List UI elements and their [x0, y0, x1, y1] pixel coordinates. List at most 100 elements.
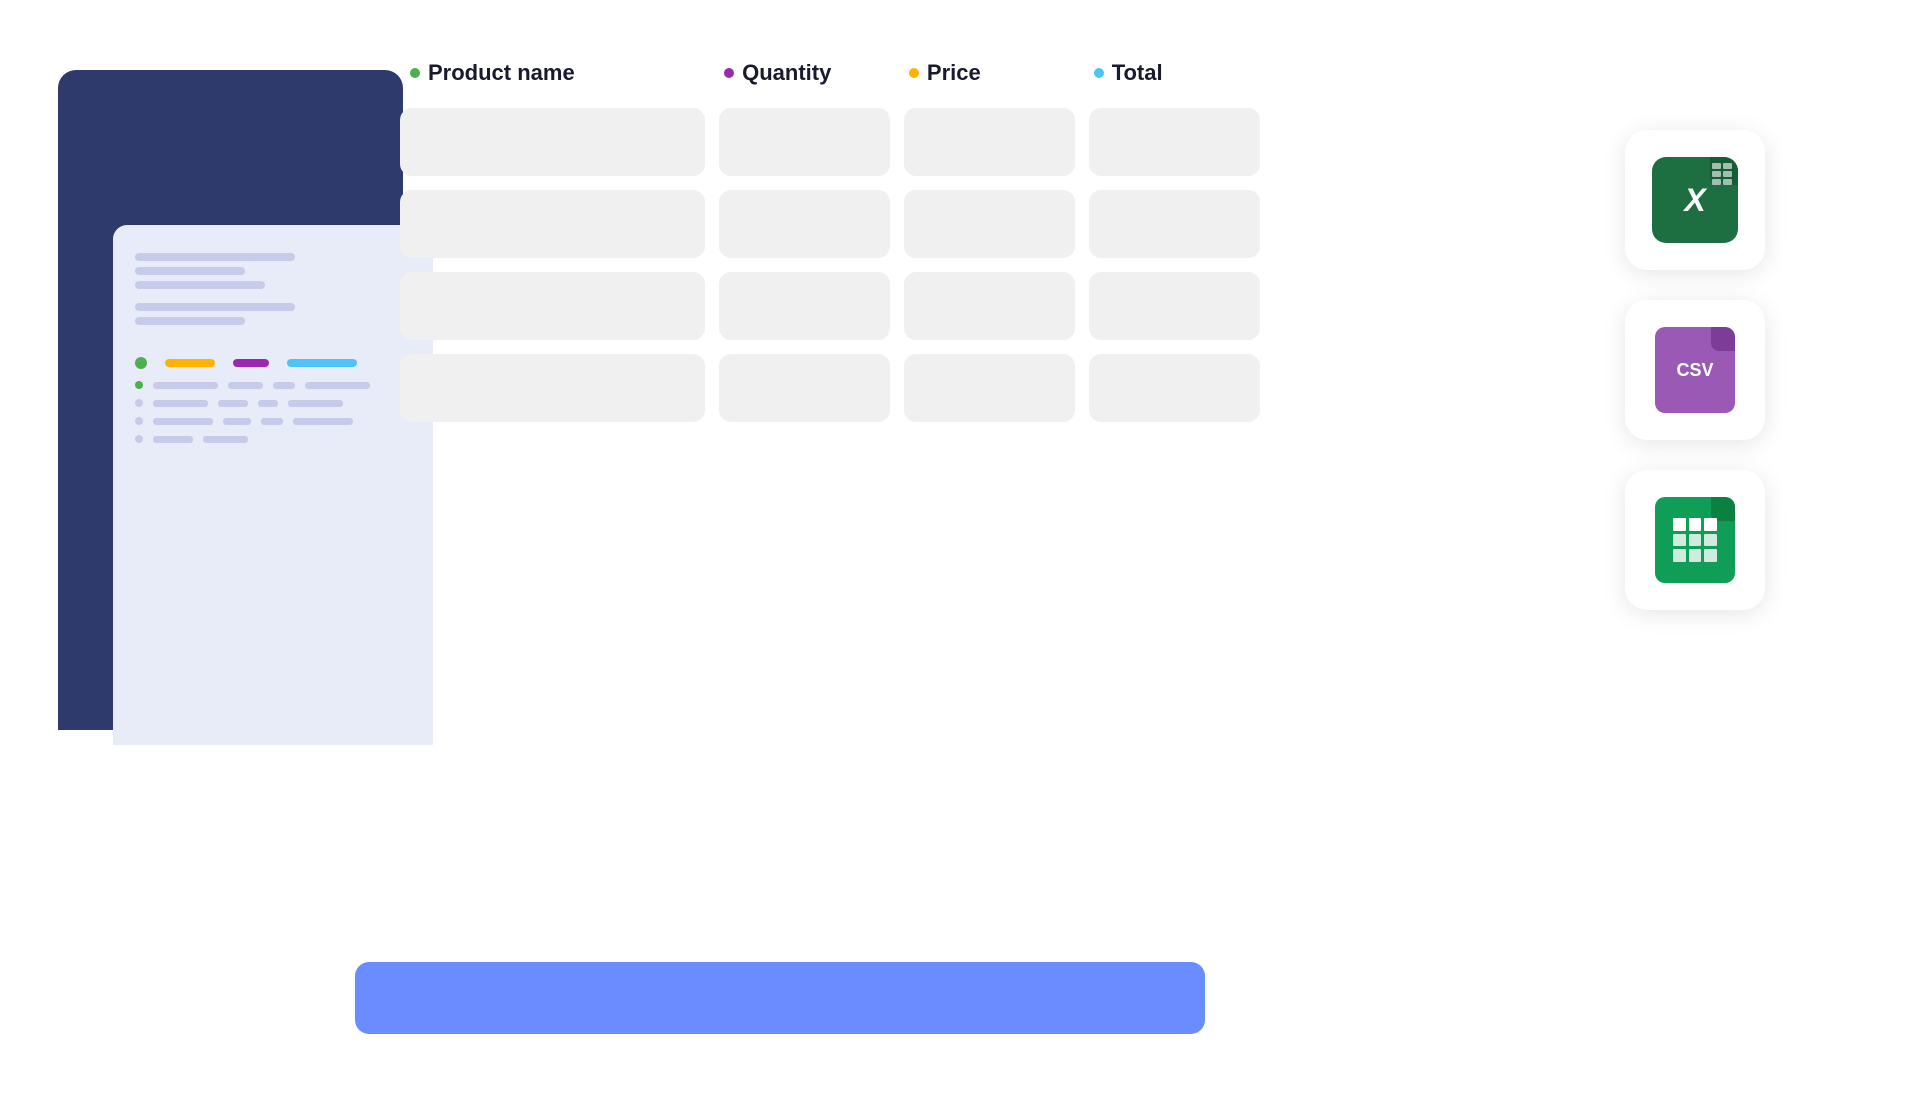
sheets-cell: [1704, 549, 1717, 562]
quantity-dot: [724, 68, 734, 78]
mini-cell-1a: [153, 382, 218, 389]
table-row: [400, 190, 1260, 258]
mini-dot-3: [135, 417, 143, 425]
mini-cell-2c: [258, 400, 278, 407]
export-icons-panel: X CSV: [1625, 130, 1765, 610]
bottom-bar: [355, 962, 1205, 1034]
excel-x-letter: X: [1684, 184, 1705, 216]
cell-quantity-3: [719, 272, 890, 340]
cell-quantity-1: [719, 108, 890, 176]
sheets-cell: [1673, 518, 1686, 531]
mini-cell-3d: [293, 418, 353, 425]
doc-line-group-2: [135, 303, 411, 325]
table-row: [400, 354, 1260, 422]
cell-total-4: [1089, 354, 1260, 422]
mini-cell-1c: [273, 382, 295, 389]
color-line-yellow: [165, 359, 215, 367]
total-dot: [1094, 68, 1104, 78]
mini-cell-2a: [153, 400, 208, 407]
main-table-area: Product name Quantity Price Total: [400, 60, 1260, 422]
google-sheets-icon-card[interactable]: [1625, 470, 1765, 610]
sheets-cell: [1704, 518, 1717, 531]
sheets-cell: [1673, 534, 1686, 547]
quantity-label: Quantity: [742, 60, 831, 86]
cell-total-1: [1089, 108, 1260, 176]
mini-cell-1b: [228, 382, 263, 389]
product-name-dot: [410, 68, 420, 78]
mini-dot-2: [135, 399, 143, 407]
sheets-cell: [1704, 534, 1717, 547]
cell-product-1: [400, 108, 705, 176]
doc-line-long: [135, 253, 295, 261]
mini-row-4: [135, 435, 411, 443]
table-grid: [400, 108, 1260, 422]
excel-grid-cell: [1723, 163, 1732, 169]
cell-price-2: [904, 190, 1075, 258]
color-dot-green: [135, 357, 147, 369]
csv-icon-card[interactable]: CSV: [1625, 300, 1765, 440]
mini-row-2: [135, 399, 411, 407]
excel-grid-cell: [1723, 171, 1732, 177]
csv-file-body: CSV: [1655, 327, 1735, 413]
product-name-label: Product name: [428, 60, 575, 86]
cell-total-2: [1089, 190, 1260, 258]
doc-line-long-2: [135, 303, 295, 311]
excel-icon-card[interactable]: X: [1625, 130, 1765, 270]
cell-quantity-4: [719, 354, 890, 422]
cell-product-2: [400, 190, 705, 258]
excel-grid-cell: [1712, 179, 1721, 185]
cell-quantity-2: [719, 190, 890, 258]
excel-grid-cell: [1712, 171, 1721, 177]
column-header-price: Price: [909, 60, 1094, 86]
doc-line-short: [135, 281, 265, 289]
excel-grid-cell: [1723, 179, 1732, 185]
column-header-total: Total: [1094, 60, 1260, 86]
csv-label: CSV: [1676, 360, 1713, 381]
sheets-cell: [1673, 549, 1686, 562]
excel-grid: [1712, 163, 1732, 185]
mini-row-1: [135, 381, 411, 389]
mini-dot-1: [135, 381, 143, 389]
mini-cell-3b: [223, 418, 251, 425]
doc-line-medium-2: [135, 317, 245, 325]
color-indicators-row: [135, 357, 411, 369]
mini-cell-2d: [288, 400, 343, 407]
mini-cell-1d: [305, 382, 370, 389]
mini-cell-2b: [218, 400, 248, 407]
color-line-purple: [233, 359, 269, 367]
cell-total-3: [1089, 272, 1260, 340]
sheets-icon: [1655, 497, 1735, 583]
csv-icon: CSV: [1655, 327, 1735, 413]
sheets-cell: [1689, 518, 1702, 531]
total-label: Total: [1112, 60, 1163, 86]
doc-line-group: [135, 253, 411, 289]
mini-dot-4: [135, 435, 143, 443]
doc-panel: [113, 225, 433, 745]
cell-product-3: [400, 272, 705, 340]
mini-cell-4a: [153, 436, 193, 443]
mini-row-3: [135, 417, 411, 425]
cell-product-4: [400, 354, 705, 422]
mini-cell-3c: [261, 418, 283, 425]
cell-price-4: [904, 354, 1075, 422]
column-header-product-name: Product name: [410, 60, 724, 86]
table-header: Product name Quantity Price Total: [400, 60, 1260, 86]
cell-price-1: [904, 108, 1075, 176]
price-label: Price: [927, 60, 981, 86]
sheets-cell: [1689, 549, 1702, 562]
mini-table: [135, 381, 411, 443]
table-row: [400, 108, 1260, 176]
cell-price-3: [904, 272, 1075, 340]
mini-cell-4b: [203, 436, 248, 443]
doc-lines: [135, 253, 411, 325]
sheets-grid: [1673, 518, 1717, 562]
excel-grid-cell: [1712, 163, 1721, 169]
sheets-cell: [1689, 534, 1702, 547]
color-line-blue: [287, 359, 357, 367]
column-header-quantity: Quantity: [724, 60, 909, 86]
excel-icon: X: [1652, 157, 1738, 243]
doc-line-medium: [135, 267, 245, 275]
table-row: [400, 272, 1260, 340]
mini-cell-3a: [153, 418, 213, 425]
price-dot: [909, 68, 919, 78]
